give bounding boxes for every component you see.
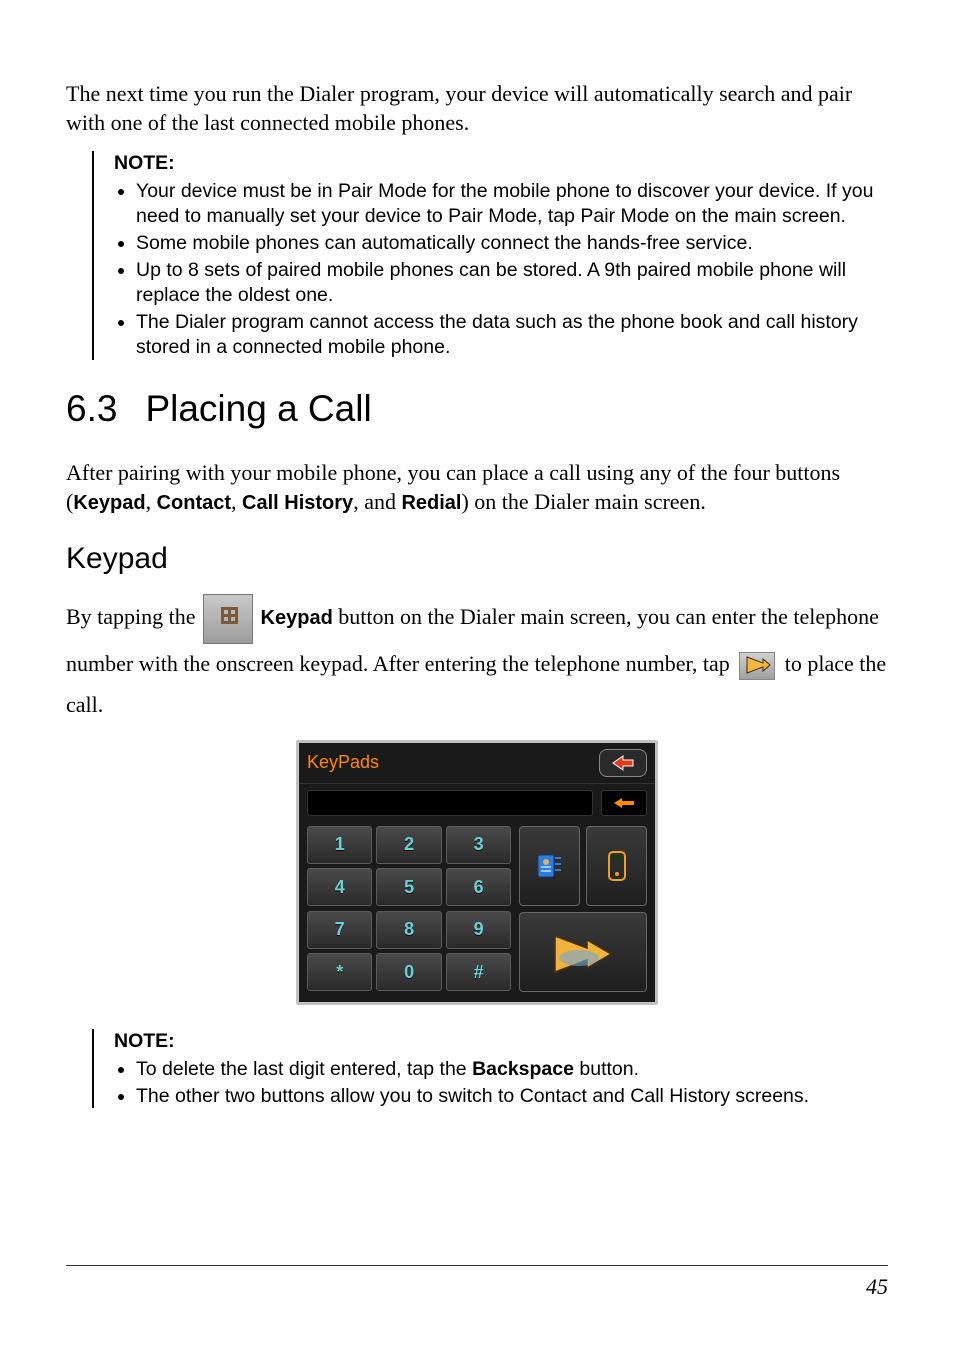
note-item: Up to 8 sets of paired mobile phones can… [136, 258, 888, 308]
backspace-label: Backspace [472, 1058, 574, 1080]
note-item: Some mobile phones can automatically con… [136, 231, 888, 256]
button-name-redial: Redial [401, 492, 461, 514]
section-number: 6.3 [66, 388, 117, 430]
page-number: 45 [866, 1274, 888, 1299]
dial-icon [739, 652, 775, 680]
screenshot-title: KeyPads [307, 752, 599, 773]
contact-button[interactable] [519, 826, 580, 906]
note-heading: NOTE: [114, 151, 888, 176]
keypad-screenshot: KeyPads 1 2 3 4 5 6 7 8 9 * 0 [296, 740, 658, 1005]
keypad-screenshot-figure: KeyPads 1 2 3 4 5 6 7 8 9 * 0 [66, 740, 888, 1005]
button-name-call-history: Call History [242, 492, 353, 514]
key-2[interactable]: 2 [376, 826, 441, 864]
section-title: Placing a Call [145, 388, 371, 430]
keypad-label: Keypad [261, 607, 333, 629]
key-3[interactable]: 3 [446, 826, 511, 864]
call-history-button[interactable] [586, 826, 647, 906]
keypad-icon [203, 594, 253, 644]
key-0[interactable]: 0 [376, 953, 441, 991]
dial-button[interactable] [519, 912, 647, 992]
keypad-grid: 1 2 3 4 5 6 7 8 9 * 0 # [307, 826, 511, 992]
note-item: The other two buttons allow you to switc… [136, 1084, 888, 1109]
page-footer: 45 [66, 1265, 888, 1300]
section-heading: 6.3 Placing a Call [66, 388, 888, 430]
note-item: Your device must be in Pair Mode for the… [136, 179, 888, 229]
note-block-2: NOTE: To delete the last digit entered, … [92, 1029, 888, 1109]
key-8[interactable]: 8 [376, 911, 441, 949]
key-7[interactable]: 7 [307, 911, 372, 949]
keypad-paragraph: By tapping the Keypad button on the Dial… [66, 594, 888, 725]
button-name-contact: Contact [157, 492, 231, 514]
key-4[interactable]: 4 [307, 868, 372, 906]
key-star[interactable]: * [307, 953, 372, 991]
back-button[interactable] [599, 749, 647, 777]
subsection-heading-keypad: Keypad [66, 542, 888, 576]
key-9[interactable]: 9 [446, 911, 511, 949]
backspace-button[interactable] [601, 790, 647, 816]
note-heading: NOTE: [114, 1029, 888, 1054]
number-input[interactable] [307, 790, 593, 816]
key-5[interactable]: 5 [376, 868, 441, 906]
note-block-1: NOTE: Your device must be in Pair Mode f… [92, 151, 888, 360]
intro-paragraph: The next time you run the Dialer program… [66, 80, 888, 137]
note-item: The Dialer program cannot access the dat… [136, 310, 888, 360]
note-item: To delete the last digit entered, tap th… [136, 1057, 888, 1082]
key-6[interactable]: 6 [446, 868, 511, 906]
key-1[interactable]: 1 [307, 826, 372, 864]
section-paragraph: After pairing with your mobile phone, yo… [66, 458, 888, 516]
key-hash[interactable]: # [446, 953, 511, 991]
button-name-keypad: Keypad [73, 492, 145, 514]
